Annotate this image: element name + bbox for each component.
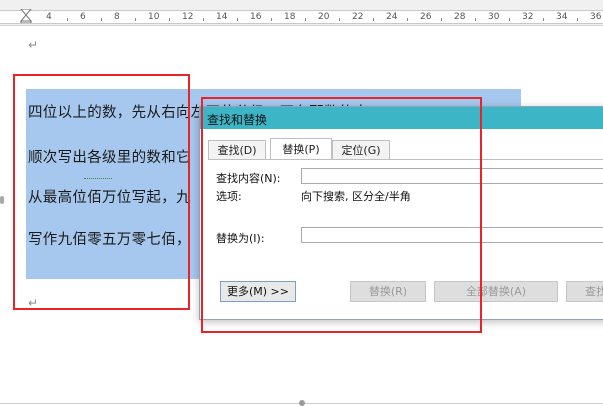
- ruler-tick: [271, 18, 272, 21]
- annotation-box-dialog: [201, 97, 482, 333]
- ruler-tick: [373, 18, 374, 21]
- ruler-tick: [305, 18, 306, 21]
- ruler-strip: [0, 10, 603, 24]
- find-next-button[interactable]: 查找: [566, 281, 603, 302]
- ruler-number: 6: [80, 12, 86, 22]
- ruler-number: 12: [182, 12, 194, 22]
- ruler-number: 4: [46, 12, 52, 22]
- ruler-tick: [237, 18, 238, 21]
- ruler-number: 32: [522, 12, 534, 22]
- ruler-number: 36: [590, 12, 602, 22]
- ruler-number: 26: [420, 12, 432, 22]
- ruler-tick: [543, 18, 544, 21]
- ruler-number: 20: [318, 12, 330, 22]
- ruler-tick: [407, 18, 408, 21]
- ruler-number: 22: [352, 12, 364, 22]
- ruler-tick: [169, 18, 170, 21]
- ruler-number: 16: [250, 12, 262, 22]
- left-scroll-marker: [0, 196, 4, 204]
- ruler-tick: [509, 18, 510, 21]
- ruler-tick: [101, 18, 102, 21]
- paragraph-mark: ↵: [28, 38, 39, 52]
- ruler-number: 28: [454, 12, 466, 22]
- ruler-tick: [135, 18, 136, 21]
- ruler-tick: [475, 18, 476, 21]
- ruler-number: 18: [284, 12, 296, 22]
- ruler-tick: [441, 18, 442, 21]
- ruler-number: 34: [556, 12, 568, 22]
- ruler-number: 14: [216, 12, 228, 22]
- ruler-number: 10: [148, 12, 160, 22]
- ruler-tick: [339, 18, 340, 21]
- indent-marker-icon[interactable]: [20, 9, 32, 23]
- ruler-number: 30: [488, 12, 500, 22]
- ruler-tick: [203, 18, 204, 21]
- annotation-box-left: [13, 74, 190, 310]
- ruler-tick: [577, 18, 578, 21]
- horizontal-ruler[interactable]: 4 6 8 10 12 14 16 18 20 22 24 26 28 30 32 34 36: [0, 0, 603, 26]
- ruler-tick: [67, 18, 68, 21]
- ruler-number: 8: [114, 12, 120, 22]
- bottom-handle-icon[interactable]: [299, 400, 305, 406]
- ruler-number: 24: [386, 12, 398, 22]
